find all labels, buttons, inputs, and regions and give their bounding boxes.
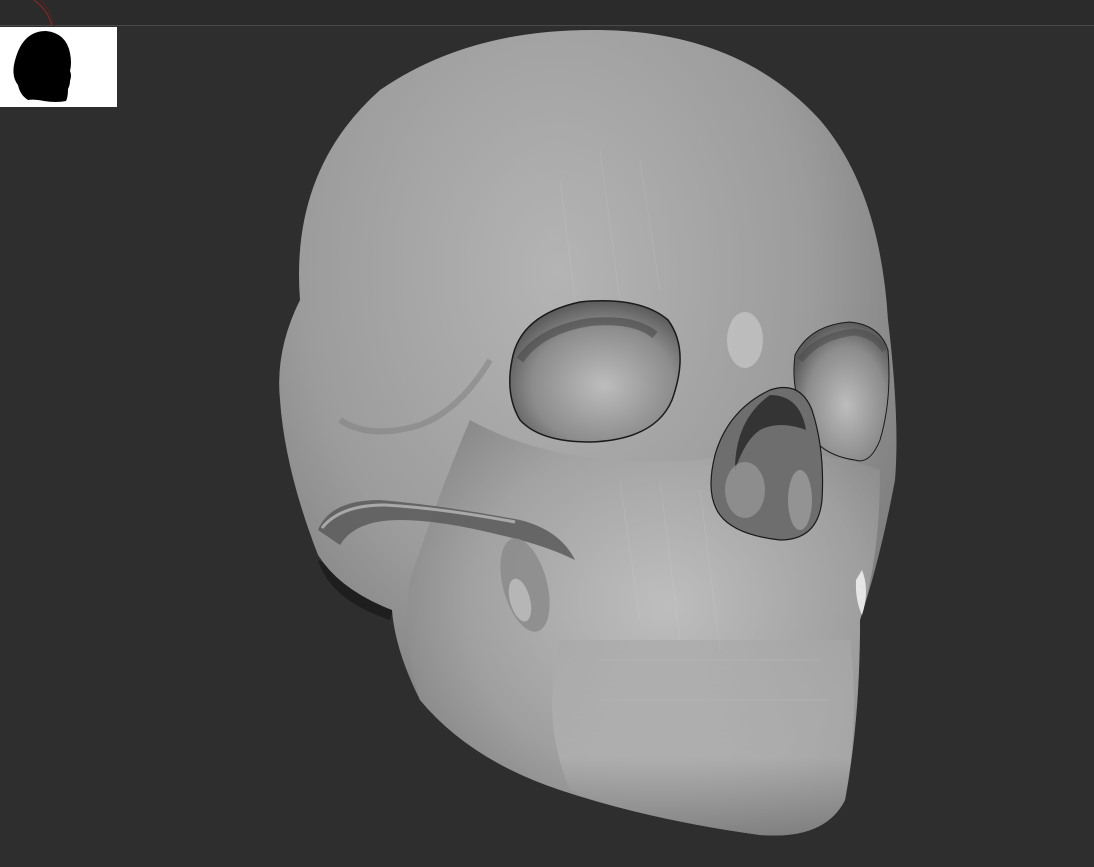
sculpt-app <box>0 0 1094 867</box>
top-toolbar-strip <box>0 0 1094 26</box>
gyro-arc-icon <box>33 0 55 26</box>
viewport-canvas[interactable] <box>0 26 1094 867</box>
chin <box>552 640 854 836</box>
nasal-bridge <box>727 312 763 368</box>
skull-model[interactable] <box>0 26 1094 867</box>
skull-silhouette-icon <box>13 31 71 102</box>
navigator-thumbnail[interactable] <box>0 27 117 107</box>
